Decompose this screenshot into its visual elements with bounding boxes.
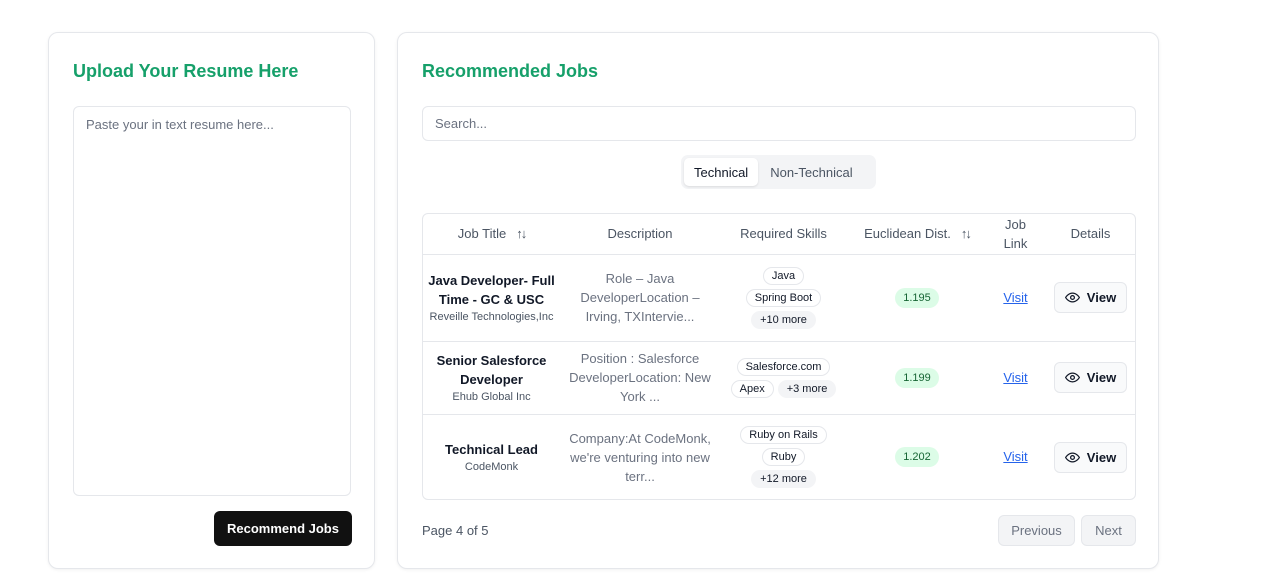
- more-skills-badge: +3 more: [777, 379, 837, 398]
- link-cell: Visit: [987, 341, 1044, 415]
- job-title: Java Developer- Full Time - GC & USC: [428, 272, 555, 307]
- column-header-label: Euclidean Dist.: [864, 226, 951, 242]
- job-description: Position : Salesforce DeveloperLocation:…: [569, 351, 711, 404]
- job-title-cell: Java Developer- Full Time - GC & USC Rev…: [423, 254, 560, 342]
- skills-cell: Salesforce.com Apex +3 more: [720, 341, 847, 415]
- column-header-label: Job Title: [457, 226, 507, 242]
- skill-badge: Spring Boot: [745, 288, 822, 307]
- link-cell: Visit: [987, 254, 1044, 342]
- view-button[interactable]: View: [1053, 282, 1128, 313]
- previous-page-button[interactable]: Previous: [998, 515, 1075, 546]
- description-cell: Role – Java DeveloperLocation – Irving, …: [560, 254, 720, 342]
- search-input[interactable]: [422, 106, 1136, 141]
- view-label: View: [1086, 370, 1117, 385]
- column-header-distance[interactable]: Euclidean Dist. ↑↓: [847, 214, 987, 255]
- view-label: View: [1086, 290, 1117, 305]
- column-header-details: Details: [1044, 214, 1135, 255]
- visit-link[interactable]: Visit: [1003, 290, 1027, 305]
- visit-link[interactable]: Visit: [1003, 370, 1027, 385]
- description-cell: Company:At CodeMonk, we're venturing int…: [560, 414, 720, 499]
- distance-cell: 1.195: [847, 254, 987, 342]
- more-skills-badge: +12 more: [751, 470, 816, 489]
- skill-badge: Apex: [730, 379, 774, 398]
- job-title-cell: Technical Lead CodeMonk: [423, 414, 560, 499]
- skill-badge: Ruby on Rails: [740, 426, 827, 445]
- recommend-jobs-button[interactable]: Recommend Jobs: [214, 511, 352, 546]
- job-description: Company:At CodeMonk, we're venturing int…: [569, 430, 711, 484]
- column-header-label: Link: [1003, 235, 1028, 251]
- page-info: Page 4 of 5: [422, 523, 489, 538]
- eye-icon: [1064, 372, 1080, 383]
- column-header-label: Job: [1005, 216, 1026, 232]
- resume-upload-title: Upload Your Resume Here: [73, 61, 299, 81]
- table-row: Java Developer- Full Time - GC & USC Rev…: [423, 254, 1135, 342]
- job-title: Technical Lead: [445, 441, 538, 457]
- recommended-jobs-card: Recommended Jobs Technical Non-Technical…: [397, 32, 1159, 569]
- sort-icon[interactable]: ↑↓: [516, 226, 527, 241]
- company-name: CodeMonk: [464, 460, 519, 473]
- tab-technical[interactable]: Technical: [684, 158, 759, 186]
- details-cell: View: [1044, 341, 1135, 415]
- column-header-description: Description: [560, 214, 720, 255]
- column-header-job-title[interactable]: Job Title ↑↓: [423, 214, 560, 255]
- view-button[interactable]: View: [1053, 441, 1128, 473]
- distance-badge: 1.199: [895, 367, 939, 388]
- column-header-job-link: Job Link: [987, 214, 1044, 255]
- details-cell: View: [1044, 254, 1135, 342]
- skill-badge: Salesforce.com: [736, 357, 831, 376]
- resume-textarea[interactable]: [73, 106, 351, 496]
- next-page-button[interactable]: Next: [1081, 515, 1136, 546]
- description-cell: Position : Salesforce DeveloperLocation:…: [560, 341, 720, 415]
- skills-cell: Java Spring Boot +10 more: [720, 254, 847, 342]
- visit-link[interactable]: Visit: [1003, 449, 1027, 464]
- distance-badge: 1.195: [895, 287, 939, 308]
- distance-badge: 1.202: [895, 447, 939, 468]
- eye-icon: [1064, 292, 1080, 303]
- distance-cell: 1.199: [847, 341, 987, 415]
- link-cell: Visit: [987, 414, 1044, 499]
- more-skills-badge: +10 more: [751, 310, 816, 329]
- table-row: Technical Lead CodeMonk Company:At CodeM…: [423, 414, 1135, 499]
- resume-upload-card: Upload Your Resume Here Recommend Jobs: [48, 32, 375, 569]
- eye-icon: [1064, 452, 1080, 463]
- skills-cell: Ruby on Rails Ruby +12 more: [720, 414, 847, 499]
- sort-icon[interactable]: ↑↓: [961, 226, 972, 241]
- company-name: Ehub Global Inc: [452, 390, 531, 403]
- table-row: Senior Salesforce Developer Ehub Global …: [423, 341, 1135, 415]
- view-button[interactable]: View: [1053, 362, 1128, 393]
- jobs-table: Job Title ↑↓ Description Required Skills …: [422, 213, 1136, 500]
- tab-non-technical[interactable]: Non-Technical: [760, 158, 862, 186]
- details-cell: View: [1044, 414, 1135, 499]
- distance-cell: 1.202: [847, 414, 987, 499]
- table-header-row: Job Title ↑↓ Description Required Skills …: [423, 214, 1135, 255]
- recommended-jobs-title: Recommended Jobs: [422, 61, 599, 81]
- skill-badge: Ruby: [761, 448, 806, 467]
- job-type-toggle: Technical Non-Technical: [681, 155, 876, 189]
- view-label: View: [1086, 449, 1117, 465]
- skill-badge: Java: [762, 266, 805, 285]
- company-name: Reveille Technologies,Inc: [429, 310, 554, 323]
- column-header-skills: Required Skills: [720, 214, 847, 255]
- job-title-cell: Senior Salesforce Developer Ehub Global …: [423, 341, 560, 415]
- job-title: Senior Salesforce Developer: [436, 352, 547, 387]
- job-description: Role – Java DeveloperLocation – Irving, …: [580, 271, 700, 324]
